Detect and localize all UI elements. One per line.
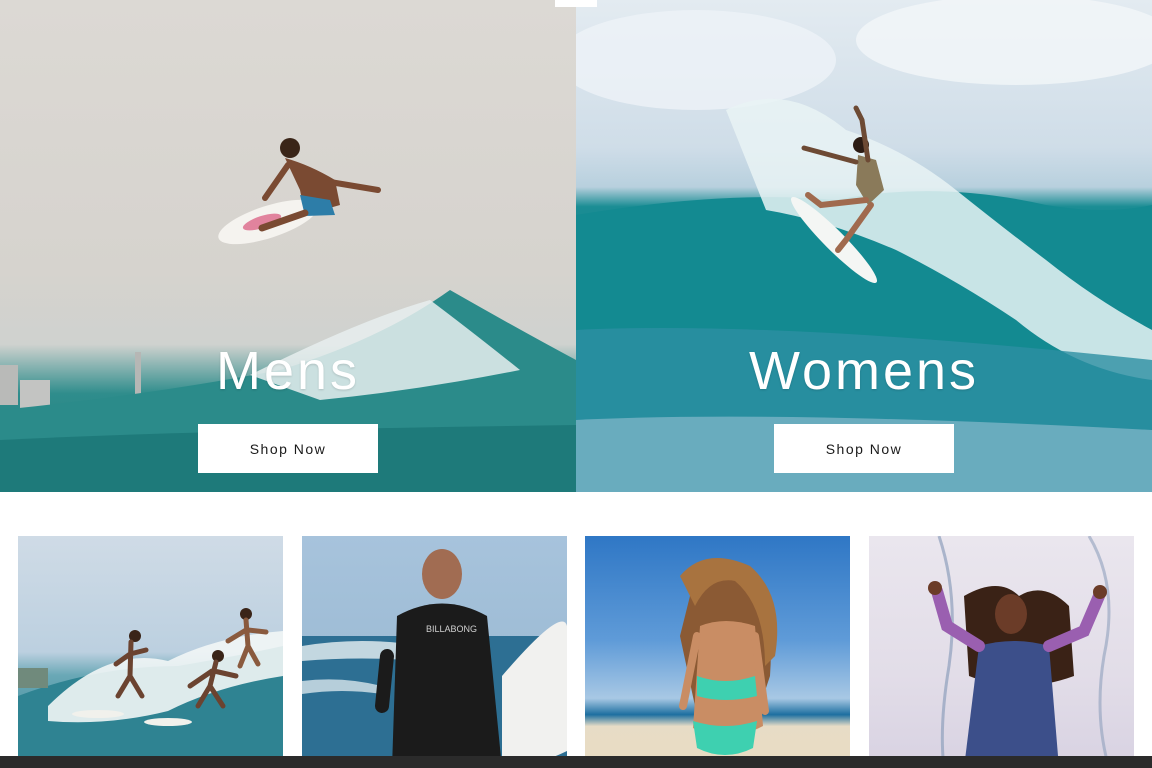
tile-wetsuit-surfboard[interactable]: BILLABONG [302, 536, 567, 768]
bikini-beach-image [679, 558, 778, 755]
womens-shop-now-button[interactable]: Shop Now [774, 424, 954, 473]
tile-bikini-beach[interactable] [585, 536, 850, 768]
surfers-group-image [18, 608, 283, 768]
header-logo-tab[interactable] [555, 0, 597, 7]
mens-shop-now-button[interactable]: Shop Now [198, 424, 378, 473]
womens-hero-image [576, 0, 1152, 492]
womens-title: Womens [748, 341, 980, 401]
hero-mens[interactable]: Mens Shop Now [0, 0, 576, 492]
svg-text:BILLABONG: BILLABONG [426, 624, 477, 634]
wetsuit-surfboard-image: BILLABONG [302, 549, 567, 768]
tile-splash-wetsuit[interactable] [869, 536, 1134, 768]
hero-womens[interactable]: Womens Shop Now [576, 0, 1152, 492]
bottom-bar [0, 756, 1152, 768]
splash-wetsuit-image [928, 536, 1111, 768]
tile-surfers-group[interactable] [18, 536, 283, 768]
mens-title: Mens [215, 341, 361, 401]
mens-hero-image [0, 138, 576, 492]
